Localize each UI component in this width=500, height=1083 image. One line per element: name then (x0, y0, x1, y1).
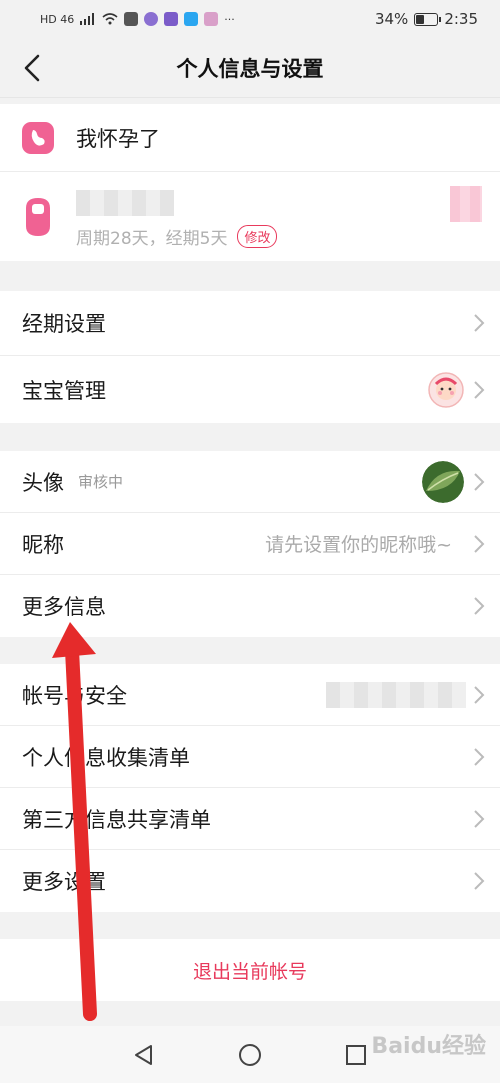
logout-button[interactable]: 退出当前帐号 (0, 939, 500, 1001)
personal-info-list-row[interactable]: 个人信息收集清单 (0, 726, 500, 788)
period-text: 周期28天，经期5天 修改 (76, 190, 278, 249)
app-icon-2 (144, 12, 159, 26)
more-settings-label: 更多设置 (22, 870, 106, 894)
avatar-label: 头像 (22, 470, 64, 495)
logout-label: 退出当前帐号 (192, 960, 307, 983)
settings-group-3: 帐号与安全 个人信息收集清单 第三方信息共享清单 更多设置 (0, 664, 500, 912)
wifi-icon (102, 13, 118, 25)
battery-icon (414, 12, 442, 26)
status-left: HD 46 ··· (40, 12, 235, 26)
sys-recents-button[interactable] (343, 1042, 369, 1068)
more-settings-row[interactable]: 更多设置 (0, 850, 500, 912)
clock: 2:35 (444, 10, 478, 28)
chevron-right-icon (474, 747, 485, 766)
sys-home-button[interactable] (237, 1042, 263, 1068)
settings-group-2: 头像 审核中 昵称 请先设置你的昵称哦~ 更多信息 (0, 451, 500, 637)
more-info-label: 更多信息 (22, 595, 106, 619)
battery-percent: 34% (374, 10, 409, 28)
nav-bar: 个人信息与设置 (0, 38, 500, 98)
chevron-right-icon (474, 472, 485, 491)
back-button[interactable] (14, 50, 50, 86)
personal-info-list-label: 个人信息收集清单 (22, 745, 190, 770)
nickname-row[interactable]: 昵称 请先设置你的昵称哦~ (0, 513, 500, 575)
avatar-review-hint: 审核中 (78, 473, 124, 491)
signal-icon (80, 13, 95, 25)
blurred-account (326, 682, 466, 708)
chevron-right-icon (474, 534, 485, 553)
chevron-left-icon (24, 54, 40, 82)
settings-group-1: 经期设置 宝宝管理 (0, 291, 500, 423)
more-info-row[interactable]: 更多信息 (0, 575, 500, 637)
status-bar: HD 46 ··· 34% 2:35 (0, 0, 500, 38)
third-party-sharing-row[interactable]: 第三方信息共享清单 (0, 788, 500, 850)
baby-management-row[interactable]: 宝宝管理 (0, 356, 500, 423)
chevron-right-icon (474, 314, 485, 332)
triangle-back-icon (135, 1044, 152, 1065)
menstrual-settings-label: 经期设置 (22, 312, 106, 336)
baby-avatar-icon (428, 371, 464, 408)
period-row[interactable]: 周期28天，经期5天 修改 (0, 172, 500, 261)
circle-home-icon (239, 1043, 261, 1066)
edit-button[interactable]: 修改 (237, 225, 278, 248)
sys-back-button[interactable] (131, 1042, 157, 1068)
more-notifications: ··· (224, 12, 235, 26)
pregnant-label: 我怀孕了 (76, 126, 160, 151)
third-party-sharing-label: 第三方信息共享清单 (22, 807, 211, 832)
menstrual-settings-row[interactable]: 经期设置 (0, 291, 500, 356)
app-icon-3 (164, 12, 179, 26)
nickname-label: 昵称 (22, 532, 64, 557)
chevron-right-icon (474, 380, 485, 399)
account-security-row[interactable]: 帐号与安全 (0, 664, 500, 726)
chevron-right-icon (474, 872, 485, 890)
square-recents-icon (346, 1044, 366, 1065)
avatar (422, 460, 464, 503)
app-icon-5 (204, 12, 219, 26)
page-title: 个人信息与设置 (176, 56, 324, 81)
watermark: Baidu经验 (371, 1034, 486, 1059)
app-icon-1 (124, 12, 139, 26)
app-icon-4 (184, 12, 199, 26)
blurred-name (76, 190, 174, 216)
period-drop-icon (26, 198, 50, 236)
avatar-row[interactable]: 头像 审核中 (0, 451, 500, 513)
status-card: 我怀孕了 周期28天，经期5天 修改 (0, 104, 500, 261)
blurred-badge (450, 186, 482, 222)
battery-fill (416, 14, 424, 24)
pregnant-icon (22, 121, 54, 154)
period-info: 周期28天，经期5天 (76, 229, 228, 249)
pregnant-row[interactable]: 我怀孕了 (0, 104, 500, 172)
chevron-right-icon (474, 809, 485, 828)
account-security-label: 帐号与安全 (22, 683, 127, 708)
chevron-right-icon (474, 685, 485, 704)
baby-management-label: 宝宝管理 (22, 378, 106, 403)
signal-text: HD 46 (40, 12, 75, 26)
nickname-placeholder: 请先设置你的昵称哦~ (265, 534, 452, 556)
status-right: 34% 2:35 (375, 10, 478, 28)
chevron-right-icon (474, 597, 485, 615)
